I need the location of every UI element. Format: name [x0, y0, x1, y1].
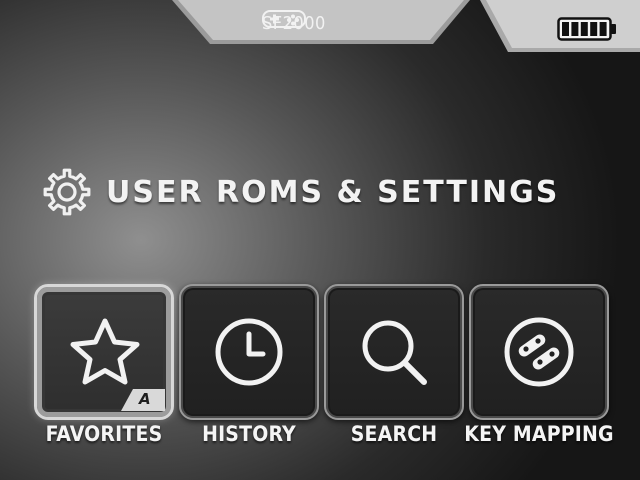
battery-cell	[590, 22, 598, 36]
battery-cell	[562, 22, 569, 36]
main-menu: A FAVORITES HISTORY SEARCH KEY MAPPING	[34, 284, 614, 454]
key-mapping-icon	[504, 317, 574, 387]
battery-full-icon	[557, 17, 616, 41]
key-mapping-tile[interactable]	[469, 284, 609, 420]
gamepad-icon	[262, 10, 306, 28]
battery-cell	[571, 22, 579, 36]
menu-item-search[interactable]: SEARCH	[324, 284, 464, 454]
star-icon	[70, 318, 140, 385]
menu-label-key-mapping: KEY MAPPING	[464, 422, 614, 446]
menu-item-history[interactable]: HISTORY	[179, 284, 319, 454]
favorites-tile[interactable]: A	[34, 284, 174, 420]
battery-cell	[599, 22, 607, 36]
clock-icon	[215, 318, 283, 386]
section-title: USER ROMS & SETTINGS	[106, 174, 560, 210]
battery-cell	[580, 22, 588, 36]
button-a-badge: A	[121, 389, 165, 411]
badge-label: A	[139, 390, 151, 408]
menu-item-favorites[interactable]: A FAVORITES	[34, 284, 174, 454]
search-tile[interactable]	[324, 284, 464, 420]
magnifier-icon	[362, 320, 427, 385]
menu-item-key-mapping[interactable]: KEY MAPPING	[464, 284, 614, 454]
gear-icon	[43, 168, 91, 216]
history-tile[interactable]	[179, 284, 319, 420]
menu-label-history: HISTORY	[202, 422, 296, 446]
status-bar: SF2000	[0, 0, 640, 52]
menu-label-favorites: FAVORITES	[45, 422, 163, 446]
menu-label-search: SEARCH	[350, 422, 438, 446]
console-title: SF2000	[262, 9, 326, 37]
section-heading: USER ROMS & SETTINGS	[40, 164, 559, 220]
battery-indicator	[557, 17, 617, 41]
